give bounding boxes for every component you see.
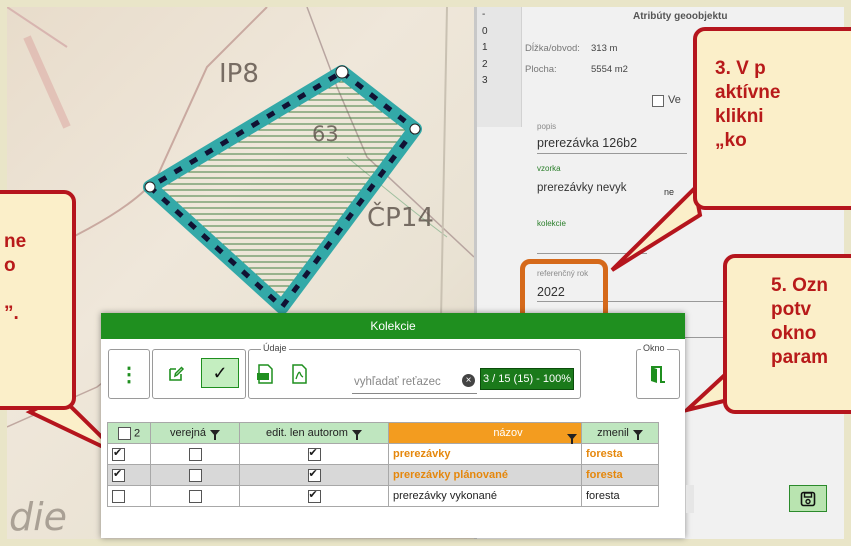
udaje-title: Údaje <box>261 343 289 353</box>
edit-button[interactable] <box>161 360 191 388</box>
row-zmenil: foresta <box>581 485 659 507</box>
callout-step-3: 3. V p aktívne klikni „ko <box>693 27 851 210</box>
filter-icon[interactable] <box>567 433 577 444</box>
okno-title: Okno <box>641 343 667 353</box>
row-select-checkbox[interactable] <box>112 489 125 503</box>
row-nazov: prerezávky <box>388 443 582 465</box>
row-nazov: prerezávky plánované <box>388 464 582 486</box>
partial-button[interactable] <box>686 485 694 513</box>
table-row[interactable]: prerezávky plánované foresta <box>107 464 659 486</box>
column-zmenil[interactable]: zmenil <box>581 422 659 444</box>
column-nazov-label: názov <box>493 426 523 439</box>
column-verejna[interactable]: verejná <box>150 422 240 444</box>
filter-icon[interactable] <box>351 430 362 441</box>
exit-button[interactable] <box>641 359 673 389</box>
clear-search-icon[interactable]: × <box>462 374 475 387</box>
edit-checkbox[interactable] <box>307 488 321 503</box>
column-nazov[interactable]: názov <box>388 422 582 444</box>
exit-door-icon <box>651 366 665 383</box>
verejna-checkbox[interactable] <box>188 447 202 461</box>
callout-left: ne o ”. <box>0 190 76 410</box>
row-nazov: prerezávky vykonané <box>388 485 582 507</box>
row-select-checkbox[interactable] <box>112 446 125 461</box>
filter-icon[interactable] <box>632 430 643 441</box>
search-placeholder: vyhľadať reťazec <box>354 376 441 388</box>
table-header-row: 2 verejná edit. len autorom názov zmenil <box>107 422 659 444</box>
edit-icon <box>169 366 185 381</box>
row-select-checkbox[interactable] <box>112 467 125 482</box>
edit-group: ✓ <box>152 349 246 399</box>
table-row[interactable]: prerezávky vykonané foresta <box>107 485 659 507</box>
edit-checkbox[interactable] <box>307 446 321 461</box>
verejna-checkbox[interactable] <box>188 489 202 503</box>
pdf-icon <box>292 364 307 384</box>
row-zmenil: foresta <box>581 443 659 465</box>
check-icon: ✓ <box>212 362 228 383</box>
kolekcie-dialog: Kolekcie ⋮ ✓ Údaje vyhľadať reťazec × 3 … <box>101 313 685 538</box>
column-edit-label: edit. len autorom <box>266 427 348 439</box>
spreadsheet-icon <box>257 364 273 384</box>
selected-count: 2 <box>133 426 141 439</box>
kebab-icon: ⋮ <box>119 363 139 386</box>
record-count: 3 / 15 (15) - 100% <box>480 368 574 390</box>
select-all-header[interactable]: 2 <box>107 422 151 444</box>
collections-table: 2 verejná edit. len autorom názov zmenil… <box>107 422 659 507</box>
edit-checkbox[interactable] <box>307 467 321 482</box>
search-input[interactable]: vyhľadať reťazec × <box>352 371 477 394</box>
row-zmenil: foresta <box>581 464 659 486</box>
callout-step-5: 5. Ozn potv okno param <box>723 254 851 414</box>
column-edit[interactable]: edit. len autorom <box>239 422 389 444</box>
menu-group: ⋮ <box>108 349 150 399</box>
more-menu-button[interactable]: ⋮ <box>109 350 149 398</box>
pdf-button[interactable] <box>286 361 312 387</box>
confirm-button[interactable]: ✓ <box>201 358 239 388</box>
select-all-checkbox[interactable] <box>117 426 131 440</box>
table-row[interactable]: prerezávky foresta <box>107 443 659 465</box>
filter-icon[interactable] <box>210 430 221 441</box>
dialog-title: Kolekcie <box>101 313 685 339</box>
column-verejna-label: verejná <box>169 427 207 439</box>
export-button[interactable] <box>252 361 278 387</box>
column-zmenil-label: zmenil <box>597 427 629 439</box>
verejna-checkbox[interactable] <box>188 468 202 482</box>
